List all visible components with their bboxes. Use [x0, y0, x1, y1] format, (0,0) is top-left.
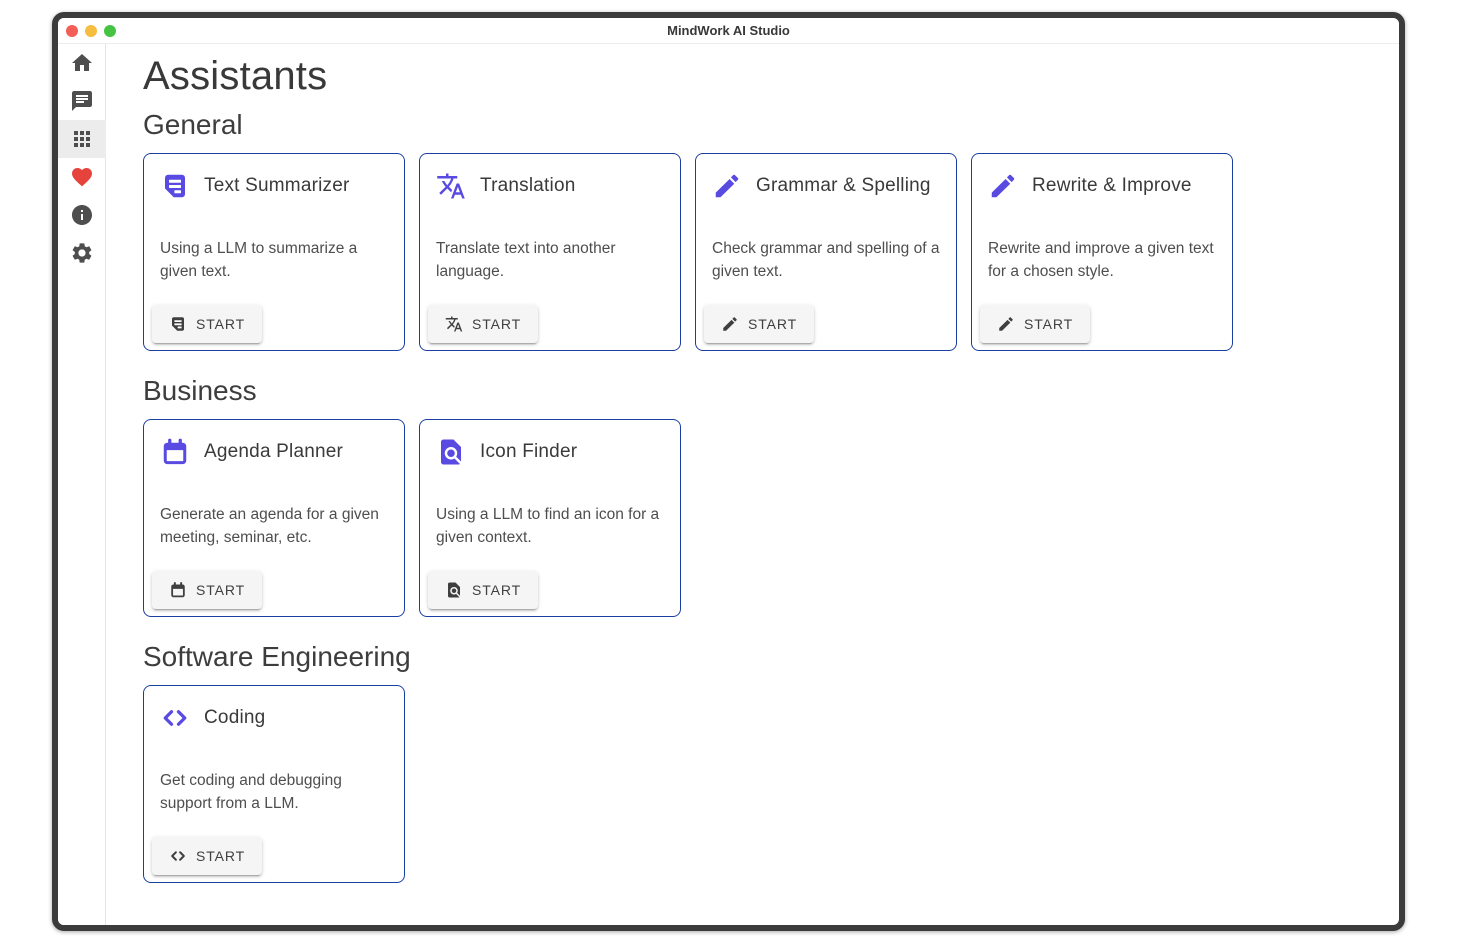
card-description: Rewrite and improve a given text for a c…	[972, 237, 1232, 283]
card-header: Rewrite & Improve	[972, 154, 1232, 201]
start-button-label: START	[196, 316, 245, 332]
card-title: Grammar & Spelling	[756, 175, 931, 197]
card-header: Text Summarizer	[144, 154, 404, 201]
sidebar-item-home[interactable]	[58, 44, 106, 82]
card-row-general: Text Summarizer Using a LLM to summarize…	[143, 153, 1379, 351]
start-button[interactable]: START	[428, 571, 538, 609]
assistant-card-rewrite-improve: Rewrite & Improve Rewrite and improve a …	[971, 153, 1233, 351]
sidebar-item-chat[interactable]	[58, 82, 106, 120]
card-header: Agenda Planner	[144, 420, 404, 467]
card-title: Coding	[204, 707, 265, 729]
card-description: Check grammar and spelling of a given te…	[696, 237, 956, 283]
gear-icon	[70, 241, 94, 265]
assistant-card-text-summarizer: Text Summarizer Using a LLM to summarize…	[143, 153, 405, 351]
card-row-business: Agenda Planner Generate an agenda for a …	[143, 419, 1379, 617]
assistant-card-coding: Coding Get coding and debugging support …	[143, 685, 405, 883]
assistant-card-icon-finder: Icon Finder Using a LLM to find an icon …	[419, 419, 681, 617]
icon-finder-icon	[436, 437, 466, 467]
assistant-card-grammar-spelling: Grammar & Spelling Check grammar and spe…	[695, 153, 957, 351]
page-title: Assistants	[143, 54, 1379, 99]
sidebar-item-favorites[interactable]	[58, 158, 106, 196]
sidebar-item-assistants[interactable]	[58, 120, 106, 158]
start-button-label: START	[748, 316, 797, 332]
minimize-button[interactable]	[85, 25, 97, 37]
traffic-lights	[66, 25, 116, 37]
card-title: Translation	[480, 175, 575, 197]
code-icon	[160, 703, 190, 733]
text-summarizer-icon	[160, 171, 190, 201]
calendar-icon	[160, 437, 190, 467]
section-heading-business: Business	[143, 375, 1379, 407]
pencil-icon	[721, 315, 739, 333]
card-title: Rewrite & Improve	[1032, 175, 1192, 197]
translate-icon	[436, 171, 466, 201]
sidebar	[58, 44, 106, 925]
text-summarizer-icon	[169, 315, 187, 333]
heart-icon	[70, 165, 94, 189]
card-description: Using a LLM to summarize a given text.	[144, 237, 404, 283]
start-button[interactable]: START	[152, 305, 262, 343]
start-button-label: START	[472, 582, 521, 598]
icon-finder-icon	[445, 581, 463, 599]
app-window: MindWork AI Studio Assistants	[52, 12, 1405, 931]
section-heading-software-engineering: Software Engineering	[143, 641, 1379, 673]
assistant-card-agenda-planner: Agenda Planner Generate an agenda for a …	[143, 419, 405, 617]
translate-icon	[445, 315, 463, 333]
card-title: Text Summarizer	[204, 175, 350, 197]
start-button[interactable]: START	[152, 571, 262, 609]
card-header: Coding	[144, 686, 404, 733]
info-icon	[70, 203, 94, 227]
pencil-icon	[988, 171, 1018, 201]
start-button[interactable]: START	[704, 305, 814, 343]
card-description: Using a LLM to find an icon for a given …	[420, 503, 680, 549]
zoom-button[interactable]	[104, 25, 116, 37]
card-row-software-engineering: Coding Get coding and debugging support …	[143, 685, 1379, 883]
pencil-icon	[997, 315, 1015, 333]
start-button[interactable]: START	[428, 305, 538, 343]
card-description: Generate an agenda for a given meeting, …	[144, 503, 404, 549]
start-button-label: START	[1024, 316, 1073, 332]
section-heading-general: General	[143, 109, 1379, 141]
home-icon	[70, 51, 94, 75]
card-header: Grammar & Spelling	[696, 154, 956, 201]
close-button[interactable]	[66, 25, 78, 37]
sidebar-item-settings[interactable]	[58, 234, 106, 272]
card-description: Translate text into another language.	[420, 237, 680, 283]
pencil-icon	[712, 171, 742, 201]
chat-icon	[70, 89, 94, 113]
apps-grid-icon	[70, 127, 94, 151]
title-bar: MindWork AI Studio	[58, 18, 1399, 44]
card-header: Translation	[420, 154, 680, 201]
start-button-label: START	[196, 848, 245, 864]
calendar-icon	[169, 581, 187, 599]
start-button-label: START	[472, 316, 521, 332]
main-content: Assistants General Text Summarizer Using…	[106, 44, 1399, 925]
code-icon	[169, 847, 187, 865]
card-header: Icon Finder	[420, 420, 680, 467]
card-title: Icon Finder	[480, 441, 577, 463]
start-button[interactable]: START	[152, 837, 262, 875]
assistant-card-translation: Translation Translate text into another …	[419, 153, 681, 351]
sidebar-item-about[interactable]	[58, 196, 106, 234]
start-button-label: START	[196, 582, 245, 598]
card-description: Get coding and debugging support from a …	[144, 769, 404, 815]
start-button[interactable]: START	[980, 305, 1090, 343]
card-title: Agenda Planner	[204, 441, 343, 463]
window-title: MindWork AI Studio	[667, 23, 790, 38]
